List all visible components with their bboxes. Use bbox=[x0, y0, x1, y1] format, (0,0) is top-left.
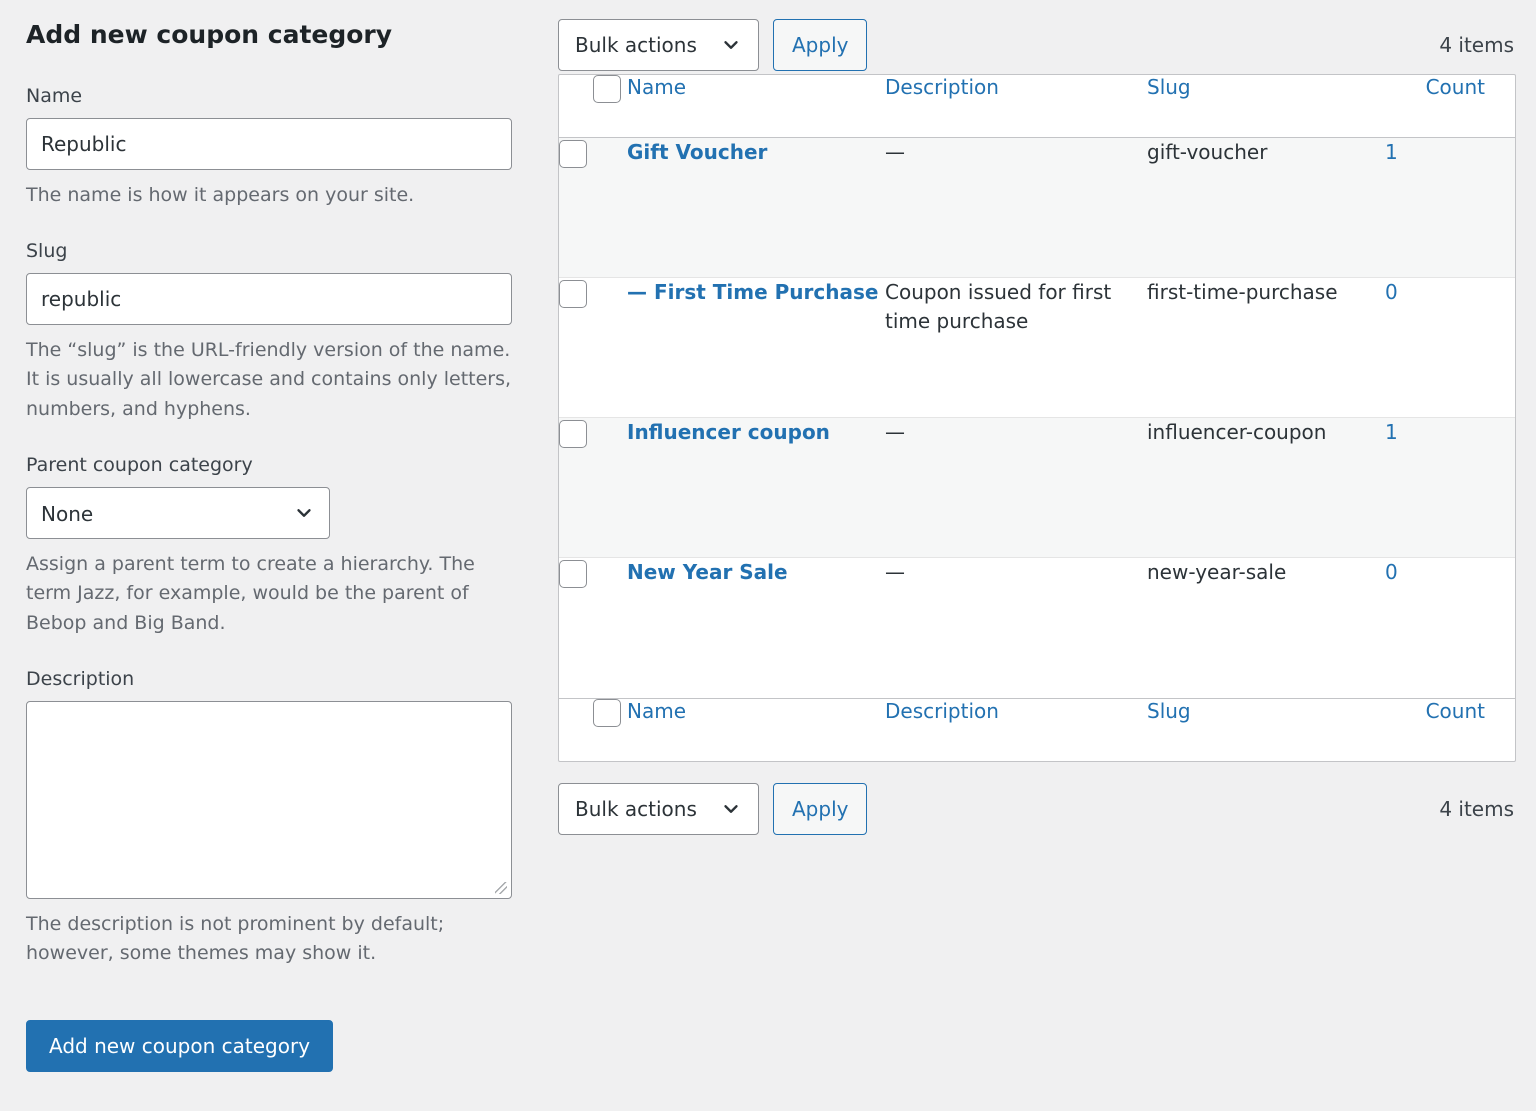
row-select-cell bbox=[559, 558, 627, 698]
row-checkbox[interactable] bbox=[559, 139, 587, 168]
select-all-header bbox=[559, 75, 627, 138]
row-name-cell: Gift Voucher bbox=[627, 138, 885, 278]
parent-category-label: Parent coupon category bbox=[26, 454, 253, 477]
add-new-coupon-category-button[interactable]: Add new coupon category bbox=[26, 1019, 334, 1072]
sort-by-count-link-top[interactable]: Count bbox=[1426, 75, 1485, 99]
sort-by-name-link-top[interactable]: Name bbox=[627, 75, 686, 99]
bulk-actions-bottom-wrap: Bulk actions bbox=[558, 783, 759, 835]
table-footer-row: Name Description Slug Count bbox=[559, 698, 1515, 761]
slug-input[interactable] bbox=[26, 272, 512, 325]
apply-button-top[interactable]: Apply bbox=[773, 19, 868, 71]
column-footer-count: Count bbox=[1385, 698, 1515, 761]
name-help: The name is how it appears on your site. bbox=[26, 183, 415, 206]
sort-by-description-link-top[interactable]: Description bbox=[885, 75, 999, 99]
coupon-categories-table: Name Description Slug Count Gift Voucher… bbox=[558, 74, 1516, 762]
row-count-cell: 0 bbox=[1385, 558, 1515, 698]
slug-help: The “slug” is the URL-friendly version o… bbox=[26, 338, 512, 420]
column-footer-description: Description bbox=[885, 698, 1147, 761]
items-count-top: 4 items bbox=[1439, 33, 1514, 57]
sort-by-slug-link-top[interactable]: Slug bbox=[1147, 75, 1191, 99]
row-count-link[interactable]: 0 bbox=[1385, 560, 1398, 584]
column-header-description: Description bbox=[885, 75, 1147, 138]
field-description: Description The description is not promi… bbox=[26, 667, 518, 969]
table-foot: Name Description Slug Count bbox=[559, 698, 1515, 761]
description-help: The description is not prominent by defa… bbox=[26, 912, 445, 965]
add-term-form: Add new coupon category Name The name is… bbox=[26, 20, 518, 1072]
row-checkbox[interactable] bbox=[559, 419, 587, 448]
row-name-cell: Influencer coupon bbox=[627, 418, 885, 558]
row-description-cell: — bbox=[885, 138, 1147, 278]
table-body: Gift Voucher — gift-voucher 1 — First Ti… bbox=[559, 138, 1515, 698]
table-row: New Year Sale — new-year-sale 0 bbox=[559, 558, 1515, 698]
column-header-name: Name bbox=[627, 75, 885, 138]
coupon-categories-page: Add new coupon category Name The name is… bbox=[0, 0, 1536, 1111]
column-header-count: Count bbox=[1385, 75, 1515, 138]
column-footer-name: Name bbox=[627, 698, 885, 761]
parent-category-help: Assign a parent term to create a hierarc… bbox=[26, 552, 475, 634]
row-description-cell: Coupon issued for first time purchase bbox=[885, 278, 1147, 418]
row-count-link[interactable]: 1 bbox=[1385, 140, 1398, 164]
name-input[interactable] bbox=[26, 117, 512, 170]
row-count-cell: 0 bbox=[1385, 278, 1515, 418]
row-name-link[interactable]: Gift Voucher bbox=[627, 140, 767, 164]
column-header-slug: Slug bbox=[1147, 75, 1385, 138]
select-all-checkbox-top[interactable] bbox=[593, 75, 621, 103]
table-head: Name Description Slug Count bbox=[559, 75, 1515, 138]
row-select-cell bbox=[559, 138, 627, 278]
row-slug-cell: influencer-coupon bbox=[1147, 418, 1385, 558]
row-name-link[interactable]: Influencer coupon bbox=[627, 420, 830, 444]
table-row: — First Time Purchase Coupon issued for … bbox=[559, 278, 1515, 418]
row-select-cell bbox=[559, 418, 627, 558]
row-name-cell: New Year Sale bbox=[627, 558, 885, 698]
sort-by-slug-link-bottom[interactable]: Slug bbox=[1147, 699, 1191, 723]
field-parent-category: Parent coupon category None Assign a par… bbox=[26, 453, 518, 638]
row-slug-cell: new-year-sale bbox=[1147, 560, 1287, 584]
row-name-link[interactable]: — First Time Purchase bbox=[627, 280, 878, 304]
row-slug-cell: gift-voucher bbox=[1147, 138, 1385, 278]
slug-label: Slug bbox=[26, 240, 68, 263]
bulk-actions-top-wrap: Bulk actions bbox=[558, 19, 759, 71]
apply-button-bottom[interactable]: Apply bbox=[773, 783, 868, 835]
table-header-row: Name Description Slug Count bbox=[559, 75, 1515, 138]
row-select-cell bbox=[559, 278, 627, 418]
description-textarea[interactable] bbox=[26, 700, 512, 899]
sort-by-name-link-bottom[interactable]: Name bbox=[627, 699, 686, 723]
tablenav-top: Bulk actions Apply 4 items bbox=[558, 16, 1516, 74]
sort-by-description-link-bottom[interactable]: Description bbox=[885, 699, 999, 723]
table-row: Influencer coupon — influencer-coupon 1 bbox=[559, 418, 1515, 558]
description-textarea-wrap bbox=[26, 700, 512, 899]
row-description-cell: — bbox=[885, 418, 1147, 558]
row-checkbox[interactable] bbox=[559, 559, 587, 588]
row-count-cell: 1 bbox=[1385, 138, 1515, 278]
row-count-link[interactable]: 0 bbox=[1385, 280, 1398, 304]
select-all-checkbox-bottom[interactable] bbox=[593, 699, 621, 727]
field-slug: Slug The “slug” is the URL-friendly vers… bbox=[26, 239, 518, 424]
coupon-categories-list: Bulk actions Apply 4 items Name Descript… bbox=[558, 16, 1516, 838]
bulk-actions-select-top[interactable]: Bulk actions bbox=[558, 19, 759, 71]
bulk-actions-select-bottom[interactable]: Bulk actions bbox=[558, 783, 759, 835]
row-checkbox[interactable] bbox=[559, 279, 587, 308]
select-all-footer bbox=[559, 698, 627, 761]
row-description-cell: — bbox=[885, 560, 905, 584]
table-row: Gift Voucher — gift-voucher 1 bbox=[559, 138, 1515, 278]
items-count-bottom: 4 items bbox=[1439, 797, 1514, 821]
column-footer-slug: Slug bbox=[1147, 698, 1385, 761]
row-count-link[interactable]: 1 bbox=[1385, 420, 1398, 444]
sort-by-count-link-bottom[interactable]: Count bbox=[1426, 699, 1485, 723]
row-name-cell: — First Time Purchase bbox=[627, 278, 885, 418]
row-name-link[interactable]: New Year Sale bbox=[627, 560, 788, 584]
tablenav-bottom: Bulk actions Apply 4 items bbox=[558, 780, 1516, 838]
row-slug-cell: first-time-purchase bbox=[1147, 278, 1385, 418]
page-title: Add new coupon category bbox=[26, 20, 393, 49]
parent-category-select[interactable]: None bbox=[26, 486, 330, 539]
field-name: Name The name is how it appears on your … bbox=[26, 84, 518, 210]
name-label: Name bbox=[26, 85, 83, 107]
description-label: Description bbox=[26, 668, 135, 691]
parent-category-select-wrap: None bbox=[26, 486, 330, 539]
row-count-cell: 1 bbox=[1385, 418, 1515, 558]
